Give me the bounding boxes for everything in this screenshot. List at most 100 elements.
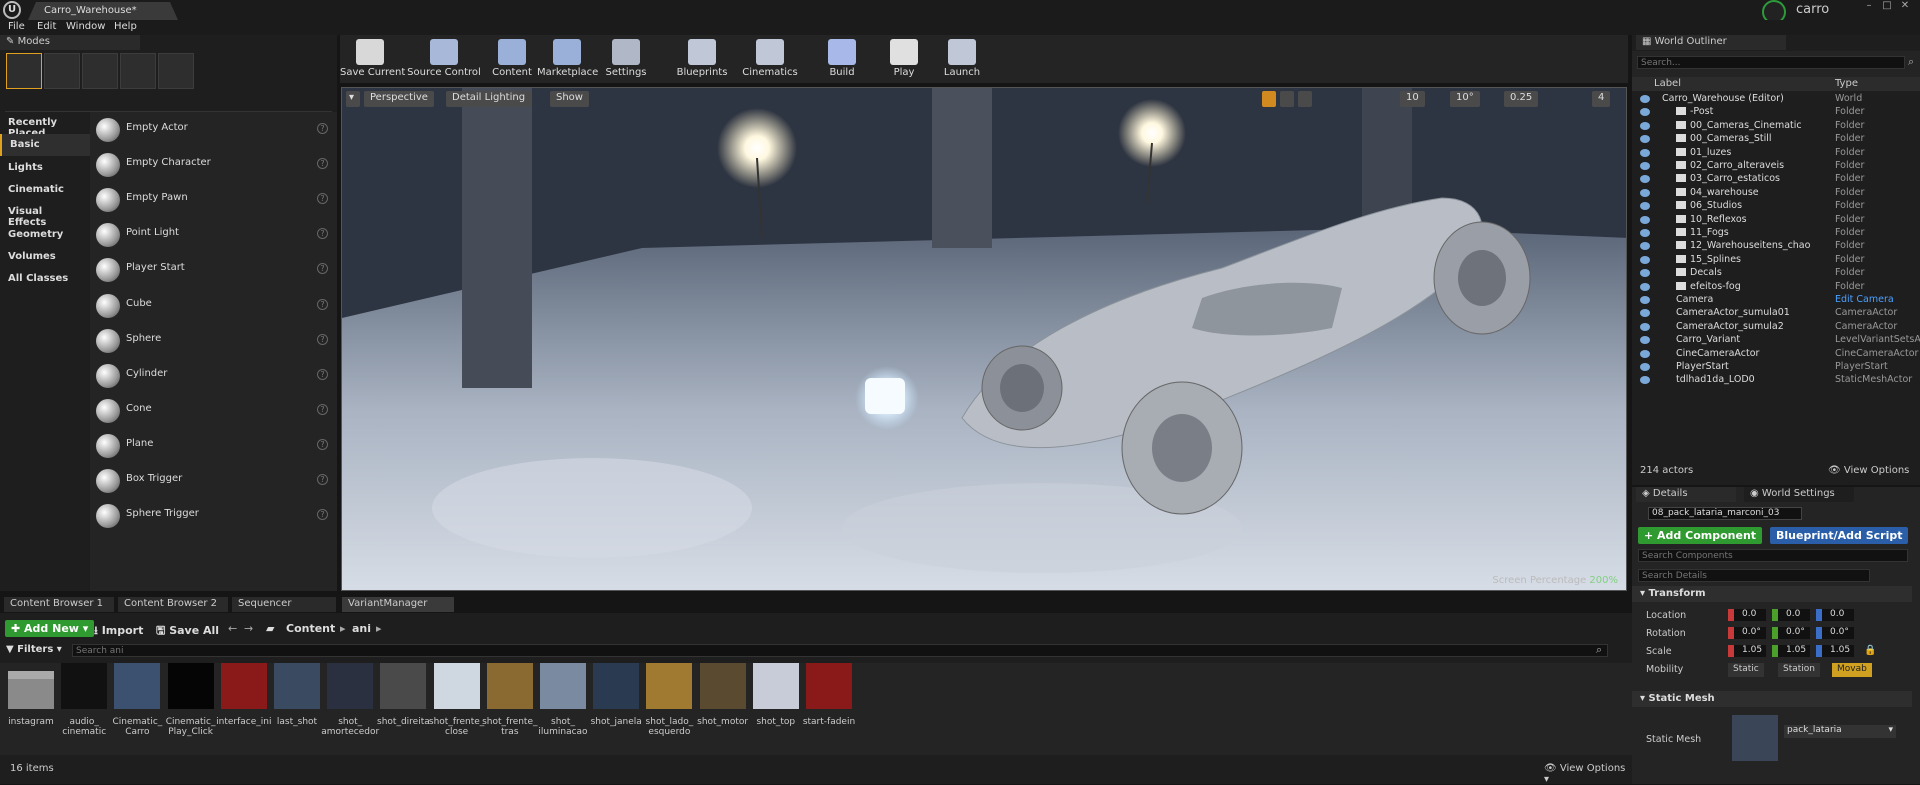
user-badge[interactable]: carro bbox=[1762, 0, 1847, 24]
launch-button[interactable]: Launch bbox=[937, 35, 987, 83]
visibility-eye-icon[interactable] bbox=[1640, 121, 1650, 130]
transform-section[interactable]: ▾ Transform bbox=[1632, 586, 1912, 602]
outliner-row[interactable]: -Post Folder bbox=[1632, 106, 1920, 119]
mobility-movable[interactable]: Movab bbox=[1832, 663, 1872, 677]
foliage-mode-icon[interactable] bbox=[120, 53, 156, 89]
geometry-mode-icon[interactable] bbox=[158, 53, 194, 89]
build-button[interactable]: Build bbox=[820, 35, 864, 83]
visibility-eye-icon[interactable] bbox=[1640, 322, 1650, 331]
rotation-y[interactable]: 0.0° bbox=[1772, 627, 1810, 639]
actor-item-cylinder[interactable]: Cylinder? bbox=[90, 358, 337, 393]
visibility-eye-icon[interactable] bbox=[1640, 188, 1650, 197]
scale-z[interactable]: 1.05 bbox=[1816, 645, 1854, 657]
asset-tile[interactable]: shot_ amortecedor bbox=[321, 663, 379, 737]
menu-help[interactable]: Help bbox=[114, 21, 137, 32]
visibility-eye-icon[interactable] bbox=[1640, 296, 1650, 304]
help-icon[interactable]: ? bbox=[317, 298, 328, 310]
asset-tile[interactable]: shot_ iluminacao bbox=[538, 663, 588, 737]
outliner-row[interactable]: 02_Carro_alteraveis Folder bbox=[1632, 160, 1920, 173]
outliner-row[interactable]: 04_warehouse Folder bbox=[1632, 187, 1920, 200]
play-button[interactable]: Play bbox=[879, 35, 929, 83]
help-icon[interactable]: ? bbox=[317, 474, 328, 485]
world-outliner-tab[interactable]: ▦ World Outliner bbox=[1636, 35, 1786, 50]
asset-tile[interactable]: shot_direita bbox=[377, 663, 430, 727]
location-x[interactable]: 0.0 bbox=[1728, 609, 1766, 621]
actor-item-player-start[interactable]: Player Start? bbox=[90, 252, 337, 287]
scale-y[interactable]: 1.05 bbox=[1772, 645, 1810, 657]
outliner-row[interactable]: 10_Reflexos Folder bbox=[1632, 214, 1920, 227]
menu-file[interactable]: File bbox=[8, 21, 25, 32]
location-y[interactable]: 0.0 bbox=[1772, 609, 1810, 621]
lock-icon[interactable]: 🔒 bbox=[1864, 645, 1876, 656]
col-label[interactable]: Label bbox=[1654, 78, 1681, 89]
visibility-eye-icon[interactable] bbox=[1640, 363, 1650, 371]
visibility-eye-icon[interactable] bbox=[1640, 215, 1650, 224]
visibility-eye-icon[interactable] bbox=[1640, 108, 1650, 117]
help-icon[interactable]: ? bbox=[317, 158, 328, 170]
search-details-input[interactable] bbox=[1638, 569, 1870, 582]
outliner-row-type[interactable]: Edit Camera bbox=[1835, 294, 1894, 305]
actor-item-plane[interactable]: Plane? bbox=[90, 428, 337, 463]
help-icon[interactable]: ? bbox=[317, 438, 328, 450]
view-options-button[interactable]: 👁 View Options ▾ bbox=[1544, 763, 1632, 785]
outliner-row[interactable]: 01_luzes Folder bbox=[1632, 147, 1920, 160]
visibility-eye-icon[interactable] bbox=[1640, 309, 1650, 318]
details-tab[interactable]: ◈ Details bbox=[1636, 487, 1736, 502]
back-icon[interactable]: ← bbox=[228, 622, 237, 635]
asset-tile[interactable]: interface_ini bbox=[216, 663, 271, 727]
help-icon[interactable]: ? bbox=[317, 509, 328, 521]
asset-tile[interactable]: start-fadein bbox=[803, 663, 855, 727]
scale-x[interactable]: 1.05 bbox=[1728, 645, 1766, 657]
view-options-button[interactable]: 👁 View Options bbox=[1828, 465, 1909, 476]
outliner-row[interactable]: CameraActor_sumula01 CameraActor bbox=[1632, 307, 1920, 320]
asset-tile[interactable]: shot_motor bbox=[697, 663, 748, 727]
visibility-eye-icon[interactable] bbox=[1640, 349, 1650, 358]
visibility-eye-icon[interactable] bbox=[1640, 255, 1650, 264]
tab-variantmanager[interactable]: VariantManager bbox=[342, 597, 454, 612]
actor-item-box-trigger[interactable]: Box Trigger? bbox=[90, 463, 337, 498]
visibility-eye-icon[interactable] bbox=[1640, 135, 1650, 144]
category-lights[interactable]: Lights bbox=[0, 157, 90, 179]
tab-sequencer[interactable]: Sequencer bbox=[232, 597, 336, 612]
tab-content-browser-2[interactable]: Content Browser 2 bbox=[118, 597, 228, 612]
outliner-row[interactable]: tdlhad1da_LOD0 StaticMeshActor bbox=[1632, 374, 1920, 387]
actor-item-sphere[interactable]: Sphere? bbox=[90, 323, 337, 358]
level-viewport[interactable]: ▾ Perspective Detail Lighting Show 10 10… bbox=[341, 87, 1627, 591]
visibility-eye-icon[interactable] bbox=[1640, 282, 1650, 291]
asset-tile[interactable]: instagram bbox=[6, 663, 56, 727]
landscape-mode-icon[interactable] bbox=[82, 53, 118, 89]
visibility-eye-icon[interactable] bbox=[1640, 148, 1650, 157]
save-all-button[interactable]: 🖫 Save All bbox=[156, 622, 219, 641]
filters-button[interactable]: ▼ Filters ▾ bbox=[6, 644, 62, 655]
rotation-z[interactable]: 0.0° bbox=[1816, 627, 1854, 639]
static-mesh-thumbnail[interactable] bbox=[1732, 715, 1778, 761]
help-icon[interactable]: ? bbox=[317, 403, 328, 415]
breadcrumb-content[interactable]: Content bbox=[286, 622, 335, 635]
visibility-eye-icon[interactable] bbox=[1640, 376, 1650, 385]
outliner-row[interactable]: Camera Edit Camera bbox=[1632, 294, 1920, 307]
asset-tile[interactable]: Cinematic_ Carro bbox=[112, 663, 162, 737]
outliner-row[interactable]: CameraActor_sumula2 CameraActor bbox=[1632, 321, 1920, 334]
outliner-row[interactable]: CineCameraActor CineCameraActor bbox=[1632, 348, 1920, 361]
help-icon[interactable]: ? bbox=[317, 368, 328, 380]
category-cinematic[interactable]: Cinematic bbox=[0, 179, 90, 201]
visibility-eye-icon[interactable] bbox=[1640, 202, 1650, 211]
breadcrumb-ani[interactable]: ani bbox=[352, 622, 371, 635]
help-icon[interactable]: ? bbox=[317, 123, 328, 134]
asset-tile[interactable]: shot_janela bbox=[591, 663, 642, 727]
outliner-row[interactable]: 11_Fogs Folder bbox=[1632, 227, 1920, 240]
static-mesh-section[interactable]: ▾ Static Mesh bbox=[1632, 691, 1912, 707]
save-current-button[interactable]: Save Current bbox=[340, 35, 405, 83]
asset-tile[interactable]: last_shot bbox=[272, 663, 322, 727]
cinematics-button[interactable]: Cinematics bbox=[738, 35, 802, 83]
visibility-eye-icon[interactable] bbox=[1640, 242, 1650, 251]
maximize-icon[interactable]: □ bbox=[1880, 1, 1894, 11]
tab-content-browser-1[interactable]: Content Browser 1 bbox=[4, 597, 114, 612]
content-search-input[interactable] bbox=[72, 644, 1608, 657]
mobility-station[interactable]: Station bbox=[1778, 663, 1820, 677]
forward-icon[interactable]: → bbox=[244, 622, 253, 635]
paint-mode-icon[interactable] bbox=[44, 53, 80, 89]
camera-speed-value[interactable]: 4 bbox=[1592, 91, 1611, 107]
blueprints-button[interactable]: Blueprints bbox=[671, 35, 733, 83]
grid-snap-value[interactable]: 10 bbox=[1400, 91, 1425, 107]
